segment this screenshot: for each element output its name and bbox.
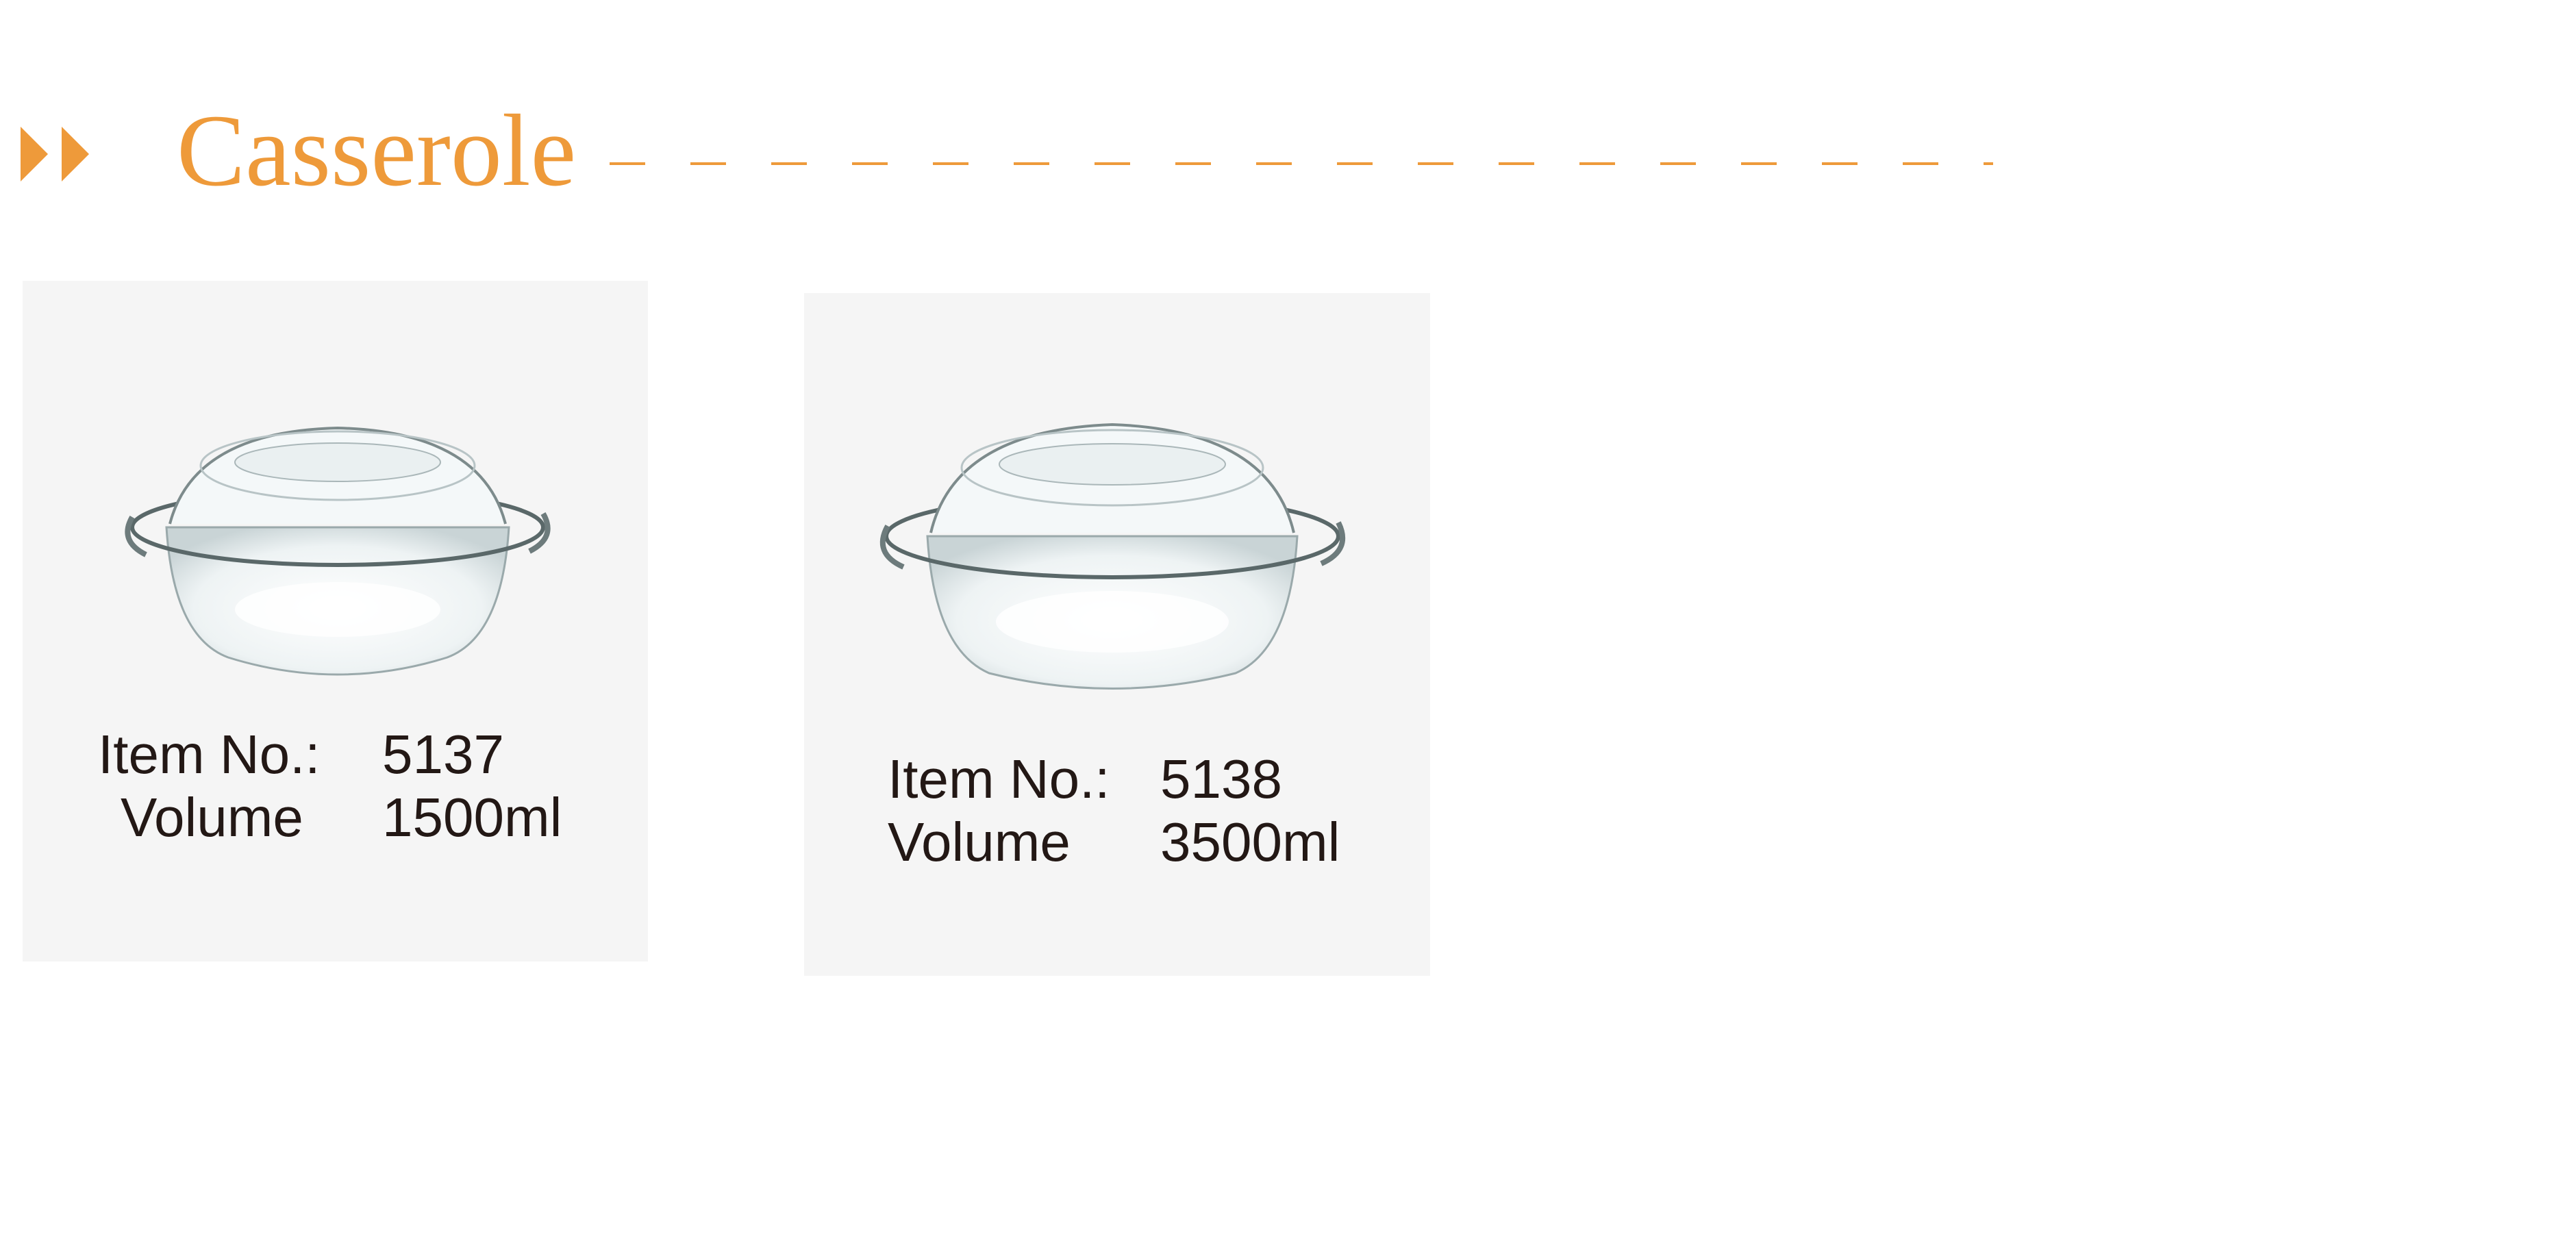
item-number-label: Item No.: xyxy=(98,724,321,785)
volume-label: Volume xyxy=(888,811,1071,872)
item-number-value: 5138 xyxy=(1160,748,1282,809)
volume-value: 3500ml xyxy=(1160,811,1340,872)
product-card[interactable]: Item No.: 5137 Volume 1500ml xyxy=(23,281,648,961)
dashed-divider xyxy=(610,162,1993,165)
item-number-label: Item No.: xyxy=(888,748,1110,809)
glass-casserole-image xyxy=(125,426,551,676)
section-title: Casserole xyxy=(177,94,577,207)
volume-value: 1500ml xyxy=(382,787,562,848)
section-header: Casserole xyxy=(21,96,2007,205)
item-number-value: 5137 xyxy=(382,724,504,785)
double-arrow-icon xyxy=(21,127,89,181)
volume-label: Volume xyxy=(121,787,303,848)
product-card[interactable]: Item No.: 5138 Volume 3500ml xyxy=(804,293,1430,976)
glass-casserole-image xyxy=(879,423,1346,690)
